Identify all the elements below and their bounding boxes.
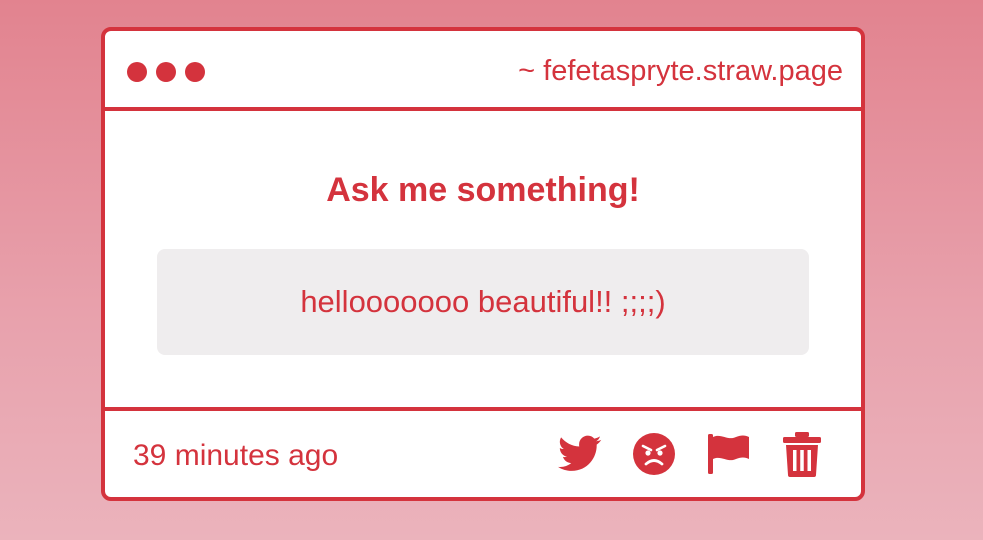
angry-face-icon [633, 433, 675, 475]
window-header: ~ fefetaspryte.straw.page [105, 31, 861, 111]
window-dot-icon [127, 62, 147, 82]
question-box: hellooooooo beautiful!! ;;;;) [157, 249, 809, 355]
twitter-icon [558, 435, 602, 471]
page-url: ~ fefetaspryte.straw.page [518, 55, 843, 87]
report-button[interactable] [705, 431, 751, 477]
window-controls [127, 62, 205, 82]
window-dot-icon [185, 62, 205, 82]
trash-icon [783, 432, 821, 477]
delete-button[interactable] [779, 431, 825, 477]
question-text: hellooooooo beautiful!! ;;;;) [300, 284, 666, 319]
card-body: Ask me something! hellooooooo beautiful!… [105, 111, 861, 407]
action-bar [557, 431, 825, 477]
flag-icon [708, 434, 749, 474]
react-angry-button[interactable] [631, 431, 677, 477]
page-title: Ask me something! [326, 171, 640, 209]
card-footer: 39 minutes ago [105, 407, 861, 497]
question-card: ~ fefetaspryte.straw.page Ask me somethi… [101, 27, 865, 501]
share-twitter-button[interactable] [557, 431, 603, 477]
timestamp: 39 minutes ago [133, 439, 339, 472]
window-dot-icon [156, 62, 176, 82]
